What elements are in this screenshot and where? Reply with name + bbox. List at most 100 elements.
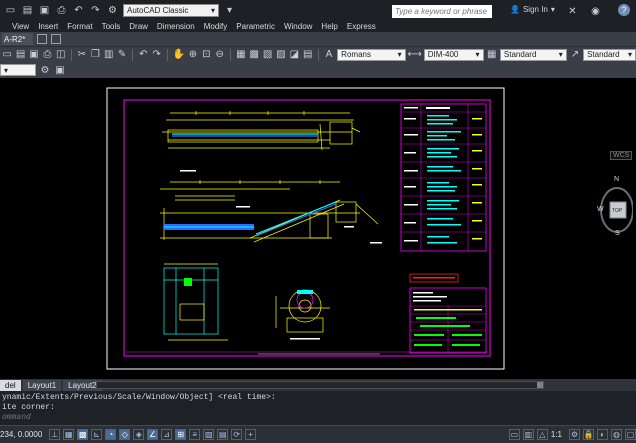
print-icon[interactable]: ⎙ [55, 4, 68, 17]
file-tab[interactable]: A-R2* [2, 33, 34, 45]
undo-icon[interactable]: ↶ [72, 4, 85, 17]
annotation-visibility-icon[interactable]: △ [536, 429, 548, 440]
open-icon[interactable]: ▤ [15, 49, 25, 61]
zoom-previous-icon[interactable]: ⊖ [214, 49, 224, 61]
horizontal-scrollbar[interactable] [96, 381, 544, 389]
plot-icon[interactable]: ⎙ [42, 49, 52, 61]
new-tab-icon[interactable] [37, 34, 48, 44]
text-style-icon[interactable]: A [324, 49, 334, 61]
menu-modify[interactable]: Modify [204, 22, 237, 31]
gear-icon[interactable]: ⚙ [106, 4, 119, 17]
3d-object-snap-icon[interactable]: ◈ [133, 429, 145, 440]
command-input[interactable] [2, 413, 302, 422]
new-icon[interactable]: ▭ [2, 49, 12, 61]
annotation-scale[interactable]: 1:1 [551, 430, 566, 439]
hardware-acceleration-icon[interactable]: ◐ [597, 429, 608, 440]
object-snap-icon[interactable]: ◇ [119, 429, 131, 440]
menu-tools[interactable]: Tools [102, 22, 130, 31]
open-file-icon[interactable]: ▤ [21, 4, 34, 17]
quick-properties-icon[interactable]: ▤ [217, 429, 229, 440]
snap-mode-icon[interactable]: ▦ [63, 429, 75, 440]
transparency-icon[interactable]: ▨ [203, 429, 215, 440]
gear-icon[interactable]: ⚙ [39, 64, 51, 76]
infer-constraints-icon[interactable]: ⊥ [49, 429, 61, 440]
calculator-icon[interactable]: ▤ [303, 49, 313, 61]
menu-insert[interactable]: Insert [38, 22, 67, 31]
stay-connected-icon[interactable]: ◉ [589, 5, 602, 18]
quick-access-dropdown-icon[interactable]: ▾ [223, 4, 236, 17]
paste-icon[interactable]: ▥ [103, 49, 113, 61]
redo-icon[interactable]: ↷ [151, 49, 161, 61]
sheet-set-icon[interactable]: ▨ [276, 49, 286, 61]
zoom-realtime-icon[interactable]: ⊕ [188, 49, 198, 61]
selection-cycling-icon[interactable]: ⟳ [231, 429, 243, 440]
menu-help[interactable]: Help [321, 22, 346, 31]
viewcube-top-face[interactable]: TOP [612, 208, 622, 214]
tool-palettes-icon[interactable]: ▧ [262, 49, 272, 61]
pan-icon[interactable]: ✋ [172, 49, 184, 61]
clean-screen-icon[interactable]: ▢ [625, 429, 636, 440]
text-style-select[interactable]: Romans ▾ [337, 48, 406, 61]
menu-dimension[interactable]: Dimension [157, 22, 204, 31]
multileader-style-select[interactable]: Standard ▾ [583, 48, 636, 61]
menu-parametric[interactable]: Parametric [236, 22, 284, 31]
object-snap-tracking-icon[interactable]: ∠ [147, 429, 159, 440]
table-style-select[interactable]: Standard ▾ [499, 48, 567, 61]
isolate-objects-icon[interactable]: ◍ [611, 429, 622, 440]
new-file-icon[interactable]: ▭ [4, 4, 17, 17]
menu-draw[interactable]: Draw [129, 22, 157, 31]
grid-display-icon[interactable]: ▩ [77, 429, 89, 440]
viewcube-south[interactable]: S [615, 230, 620, 237]
dimension-style-select[interactable]: DIM-400 ▾ [423, 48, 484, 61]
chevron-down-icon: ▾ [397, 50, 402, 59]
polar-tracking-icon[interactable]: ◔ [105, 429, 117, 440]
quick-view-layouts-icon[interactable]: ▥ [522, 429, 534, 440]
annotation-monitor-icon[interactable]: + [245, 429, 257, 440]
table-style-value: Standard [503, 50, 537, 59]
redo-icon[interactable]: ↷ [89, 4, 102, 17]
save-icon[interactable]: ▣ [38, 4, 51, 17]
design-center-icon[interactable]: ▩ [249, 49, 259, 61]
markup-icon[interactable]: ◪ [289, 49, 299, 61]
dynamic-input-icon[interactable]: ⊞ [175, 429, 187, 440]
wcs-menu[interactable]: WCS [610, 151, 633, 160]
layer-previous-icon[interactable]: ▣ [54, 64, 66, 76]
save-icon[interactable]: ▣ [29, 49, 39, 61]
workspace-select[interactable]: AutoCAD Classic ▾ [123, 3, 219, 17]
scrollbar-thumb[interactable] [537, 382, 543, 388]
exchange-apps-icon[interactable]: ✕ [566, 5, 579, 18]
table-style-icon[interactable]: ▦ [487, 49, 497, 61]
ortho-mode-icon[interactable]: ⊾ [91, 429, 103, 440]
viewcube-west[interactable]: W [597, 206, 604, 213]
menu-format[interactable]: Format [67, 22, 101, 31]
properties-icon[interactable]: ▦ [236, 49, 246, 61]
menu-express[interactable]: Express [347, 22, 385, 31]
zoom-window-icon[interactable]: ⊡ [201, 49, 211, 61]
lock-icon[interactable]: 🔒 [583, 429, 594, 440]
notes-table-values [472, 118, 482, 240]
layer-select[interactable]: ▾ [0, 64, 36, 76]
tab-menu-icon[interactable] [51, 34, 62, 44]
dynamic-ucs-icon[interactable]: ⊿ [161, 429, 173, 440]
workspace-switching-icon[interactable]: ⚙ [569, 429, 580, 440]
menu-window[interactable]: Window [284, 22, 321, 31]
dimension-style-icon[interactable]: ⟷ [408, 49, 422, 61]
match-properties-icon[interactable]: ✎ [117, 49, 127, 61]
search-input[interactable] [392, 5, 492, 18]
drawing-viewport[interactable]: N W S TOP WCS [0, 78, 636, 379]
help-button[interactable]: ? [618, 4, 630, 16]
copy-icon[interactable]: ❐ [90, 49, 100, 61]
coordinates-readout[interactable]: 234, 0.0000 [0, 430, 46, 439]
multileader-style-icon[interactable]: ↗ [570, 49, 580, 61]
viewcube-north[interactable]: N [614, 176, 619, 183]
cut-icon[interactable]: ✂ [77, 49, 87, 61]
tab-layout1[interactable]: Layout1 [22, 379, 62, 391]
lineweight-icon[interactable]: ≡ [189, 429, 201, 440]
menu-view[interactable]: View [12, 22, 38, 31]
tab-model[interactable]: del [0, 379, 21, 391]
model-space-icon[interactable]: ▭ [508, 429, 520, 440]
viewcube[interactable]: N W S TOP [597, 173, 633, 241]
undo-icon[interactable]: ↶ [138, 49, 148, 61]
sign-in-button[interactable]: 👤 Sign In ▾ [510, 5, 555, 14]
preview-icon[interactable]: ◫ [56, 49, 66, 61]
